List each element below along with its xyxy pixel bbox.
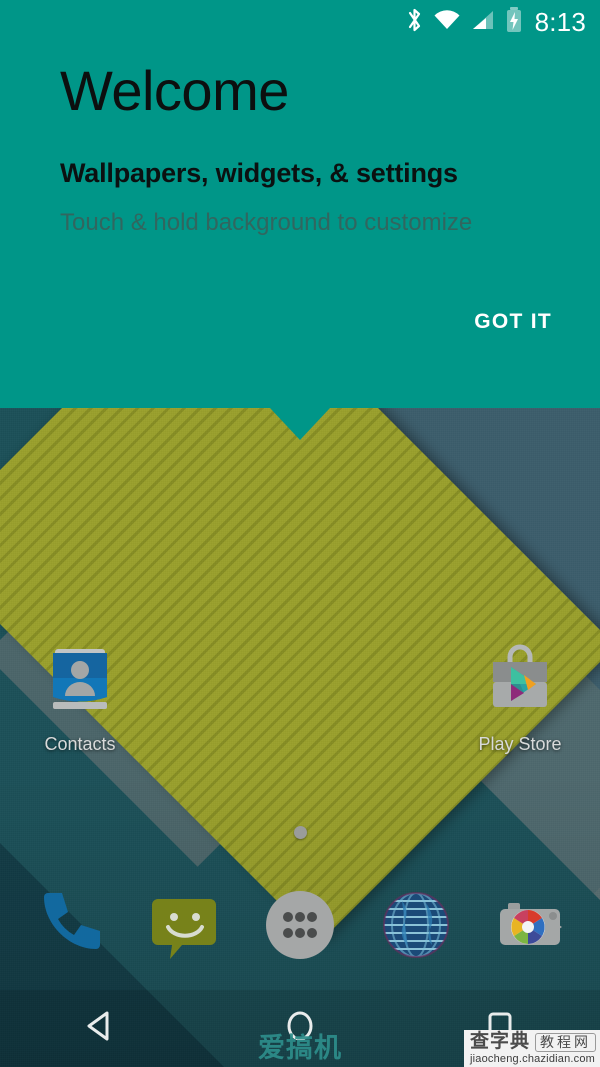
welcome-hint: Touch & hold background to customize: [60, 209, 473, 236]
battery-charging-icon: [505, 6, 523, 39]
wifi-icon: [433, 7, 461, 38]
page-indicator: [0, 826, 600, 839]
android-home-screen: Contacts Play Store Welcome Wallpapers, …: [0, 0, 600, 1067]
workspace: Contacts Play Store: [0, 408, 600, 1067]
dock-item-messaging[interactable]: [138, 879, 230, 971]
nav-back-button[interactable]: [0, 990, 200, 1067]
dock-item-browser[interactable]: [370, 879, 462, 971]
page-dot-1[interactable]: [293, 826, 307, 839]
welcome-card: Welcome Wallpapers, widgets, & settings …: [0, 0, 600, 408]
app-icon-play-store[interactable]: Play Store: [460, 640, 580, 755]
welcome-card-text: Welcome Wallpapers, widgets, & settings …: [60, 58, 560, 238]
camera-icon: [490, 883, 574, 967]
recents-square-icon: [477, 1003, 523, 1054]
dock-item-phone[interactable]: [22, 879, 114, 971]
app-icon-contacts[interactable]: Contacts: [20, 640, 140, 755]
back-triangle-icon: [77, 1003, 123, 1054]
got-it-button[interactable]: GOT IT: [462, 302, 564, 342]
app-label: Contacts: [44, 734, 116, 754]
browser-globe-icon: [374, 883, 458, 967]
status-bar-clock: 8:13: [534, 6, 586, 37]
contacts-icon: [40, 640, 120, 720]
nav-home-button[interactable]: [200, 990, 400, 1067]
dock: [0, 870, 600, 980]
nav-recents-button[interactable]: [400, 990, 600, 1067]
welcome-subtitle: Wallpapers, widgets, & settings: [60, 158, 458, 188]
home-circle-icon: [277, 1003, 323, 1054]
page-title: Welcome: [60, 59, 289, 122]
app-drawer-icon: [258, 883, 342, 967]
app-label: Play Store: [478, 734, 562, 754]
bluetooth-icon: [406, 7, 423, 38]
status-bar-icons: [406, 6, 523, 39]
phone-icon: [26, 883, 110, 967]
messaging-icon: [142, 883, 226, 967]
play-store-icon: [480, 640, 560, 720]
status-bar[interactable]: 8:13: [0, 0, 600, 44]
cellular-signal-icon: [471, 7, 495, 38]
dock-item-all-apps[interactable]: [254, 879, 346, 971]
app-grid: Contacts Play Store: [0, 640, 600, 755]
welcome-card-pointer: [270, 408, 330, 440]
navigation-bar: [0, 990, 600, 1067]
dock-item-camera[interactable]: [486, 879, 578, 971]
